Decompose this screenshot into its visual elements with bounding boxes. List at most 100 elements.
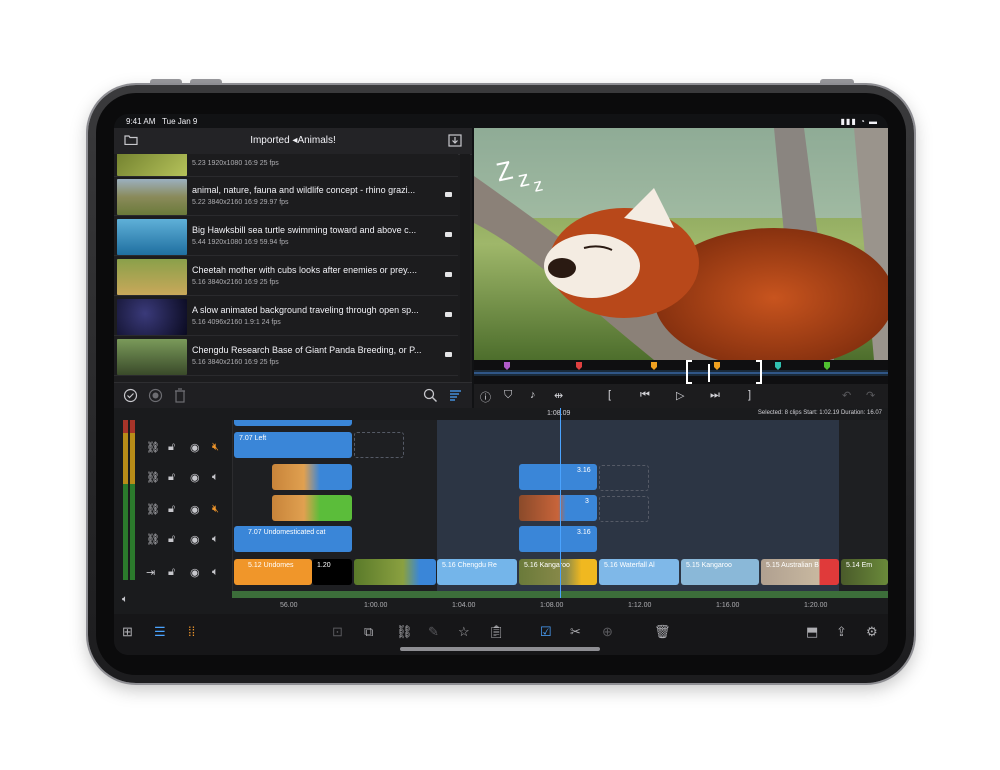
lock-icon[interactable]: 🔓︎ [168, 471, 175, 484]
list-item[interactable]: Cheetah mother with cubs looks after ene… [114, 257, 458, 296]
search-icon[interactable] [423, 388, 438, 406]
timeline-clip-kangaroo[interactable]: 5.16 Kangaroo [519, 559, 597, 585]
timeline-clip-tiger[interactable] [272, 464, 352, 490]
trash-icon[interactable]: 🗑︎ [654, 624, 671, 640]
timeline-clip-tiger-2[interactable] [272, 495, 352, 521]
timeline-clip-cat[interactable]: 7.07 Undomesticated cat [234, 526, 352, 552]
ruler-tick: 1:12.00 [628, 602, 652, 609]
arrow-icon[interactable]: ⇥ [146, 566, 155, 579]
share-icon[interactable]: ⇪ [836, 624, 847, 640]
skip-forward-icon[interactable]: ⏭ [710, 389, 720, 402]
library-header: Imported ◂Animals! [114, 128, 472, 155]
pencil-icon[interactable]: ✎ [428, 624, 439, 640]
list-view-icon[interactable]: ☰ [154, 624, 166, 640]
trash-icon[interactable] [174, 388, 186, 406]
timeline[interactable]: ⛓ 🔓︎ ◉ 🔇︎ ⛓ 🔓︎ ◉ 🔈︎ ⛓ 🔓︎ ◉ 🔇︎ ⛓ 🔓︎ ◉ 🔈︎ ⇥ 🔓︎ ◉ 🔈︎ 🔈︎ 1:… [114, 408, 888, 614]
clip-list[interactable]: 5.23 1920x1080 16:9 25 fps animal, natur… [114, 154, 458, 382]
insert-icon[interactable]: ⊡ [332, 624, 343, 640]
status-time: 9:41 AM Tue Jan 9 [126, 117, 198, 126]
placeholder-slot [599, 465, 649, 491]
eye-icon[interactable]: ◉ [190, 566, 200, 579]
timeline-clip-audio[interactable]: 1.20 [312, 559, 352, 585]
timeline-clip-em[interactable]: 5.14 Em [841, 559, 888, 585]
info-icon[interactable]: ⓘ [480, 389, 491, 405]
timeline-clip-waterfall[interactable]: 5.16 Waterfall Al [599, 559, 679, 585]
status-bar: 9:41 AM Tue Jan 9 ▮▮▮ ◔ ▬ [114, 114, 888, 128]
timeline-clip-kangaroo-2[interactable]: 5.15 Kangaroo [681, 559, 759, 585]
mark-out-icon[interactable]: ] [748, 389, 751, 401]
audio-meter-left [123, 420, 128, 580]
lock-icon[interactable]: 🔓︎ [168, 566, 175, 579]
redo-icon[interactable]: ↷ [866, 389, 875, 402]
play-icon[interactable]: ▷ [676, 389, 684, 402]
record-icon[interactable] [148, 388, 163, 406]
list-item[interactable]: Big Hawksbill sea turtle swimming toward… [114, 217, 458, 256]
timeline-clip[interactable] [234, 420, 352, 426]
eye-icon[interactable]: ◉ [190, 441, 200, 454]
waveform-icon[interactable]: ♪ [530, 389, 536, 401]
timeline-clip-snake[interactable] [354, 559, 436, 585]
playhead[interactable] [560, 408, 561, 608]
mute-icon[interactable]: 🔇︎ [212, 503, 219, 516]
ruler-tick: 56.00 [280, 602, 298, 609]
add-icon[interactable]: ⊕ [602, 624, 613, 640]
layout-icon[interactable]: ⬒ [806, 624, 818, 640]
list-item[interactable]: Chengdu Research Base of Giant Panda Bre… [114, 337, 458, 376]
list-item[interactable]: 5.23 1920x1080 16:9 25 fps [114, 154, 458, 177]
clip-meta: 5.23 1920x1080 16:9 25 fps [192, 160, 279, 167]
track-header: ⛓ 🔓︎ ◉ 🔈︎ [144, 530, 230, 550]
mute-icon[interactable]: 🔇︎ [212, 441, 219, 454]
link-icon[interactable]: ⛓ [146, 533, 160, 546]
library-scrollbar[interactable] [460, 154, 470, 382]
timeline-clip-chengdu[interactable]: 5.16 Chengdu Re [437, 559, 517, 585]
timeline-clip-undomes[interactable]: 5.12 Undomes [234, 559, 312, 585]
scrubber-bar[interactable] [474, 360, 888, 384]
bottom-ruler[interactable]: 56.00 1:00.00 1:04.00 1:08.00 1:12.00 1:… [232, 598, 888, 614]
lock-icon[interactable]: 🔓︎ [168, 533, 175, 546]
lock-icon[interactable]: 🔓︎ [168, 441, 175, 454]
clipboard-icon[interactable]: 📋︎ [488, 624, 505, 640]
timeline-clip-left[interactable]: 7.07 Left [234, 432, 352, 458]
scissors-icon[interactable]: ✂ [570, 624, 581, 640]
eye-icon[interactable]: ◉ [190, 471, 200, 484]
timeline-clip-redpanda-2[interactable]: 3 [519, 495, 597, 521]
list-item[interactable]: A slow animated background traveling thr… [114, 297, 458, 336]
speaker-icon[interactable]: 🔈︎ [212, 533, 219, 546]
shield-icon[interactable]: ⛉ [504, 389, 512, 402]
import-icon[interactable] [448, 134, 462, 150]
list-item[interactable]: animal, nature, fauna and wildlife conce… [114, 177, 458, 216]
ruler-tick: 1:20.00 [804, 602, 828, 609]
clip-meta: 5.16 4096x2160 1.9:1 24 fps [192, 319, 281, 326]
settings-icon[interactable]: ⚙ [866, 624, 878, 640]
link-clips-icon[interactable]: ⛓ [396, 624, 413, 640]
speaker-icon[interactable]: 🔈︎ [212, 471, 219, 484]
link-icon[interactable]: ⛓ [146, 503, 160, 516]
lock-icon[interactable]: 🔓︎ [168, 503, 175, 516]
timeline-clip-redpanda-1[interactable]: 3.16 [519, 464, 597, 490]
track-header: ⛓ 🔓︎ ◉ 🔇︎ [144, 438, 230, 458]
undo-icon[interactable]: ↶ [842, 389, 851, 402]
skip-back-icon[interactable]: ⏮ [640, 389, 650, 402]
video-viewer[interactable]: Z z z [474, 128, 888, 360]
sort-icon[interactable] [448, 388, 463, 406]
audio-track-speaker-icon[interactable]: 🔈︎ [122, 594, 128, 605]
eye-icon[interactable]: ◉ [190, 533, 200, 546]
timeline-clip-redpanda-3[interactable]: 3.16 [519, 526, 597, 552]
track-header: ⛓ 🔓︎ ◉ 🔇︎ [144, 500, 230, 520]
screen: 9:41 AM Tue Jan 9 ▮▮▮ ◔ ▬ Imported ◂Anim… [114, 114, 888, 655]
select-check-icon[interactable] [123, 388, 138, 406]
link-icon[interactable]: ⛓ [146, 441, 160, 454]
select-icon[interactable]: ☑ [540, 624, 552, 640]
eye-icon[interactable]: ◉ [190, 503, 200, 516]
speaker-icon[interactable]: 🔈︎ [212, 566, 219, 579]
grid-view-icon[interactable]: ⁞⁞ [188, 624, 195, 639]
ruler-tick: 1:08.00 [540, 602, 564, 609]
favorite-icon[interactable]: ☆ [458, 624, 470, 640]
split-icon[interactable]: ⇹ [554, 389, 563, 402]
link-icon[interactable]: ⛓ [146, 471, 160, 484]
timeline-clip-australian[interactable]: 5.15 Australian B [761, 559, 839, 585]
overwrite-icon[interactable]: ⧉ [364, 624, 373, 640]
mark-in-icon[interactable]: [ [608, 389, 611, 401]
add-track-icon[interactable]: ⊞ [122, 624, 133, 640]
clip-meta: 5.44 1920x1080 16:9 59.94 fps [192, 239, 289, 246]
